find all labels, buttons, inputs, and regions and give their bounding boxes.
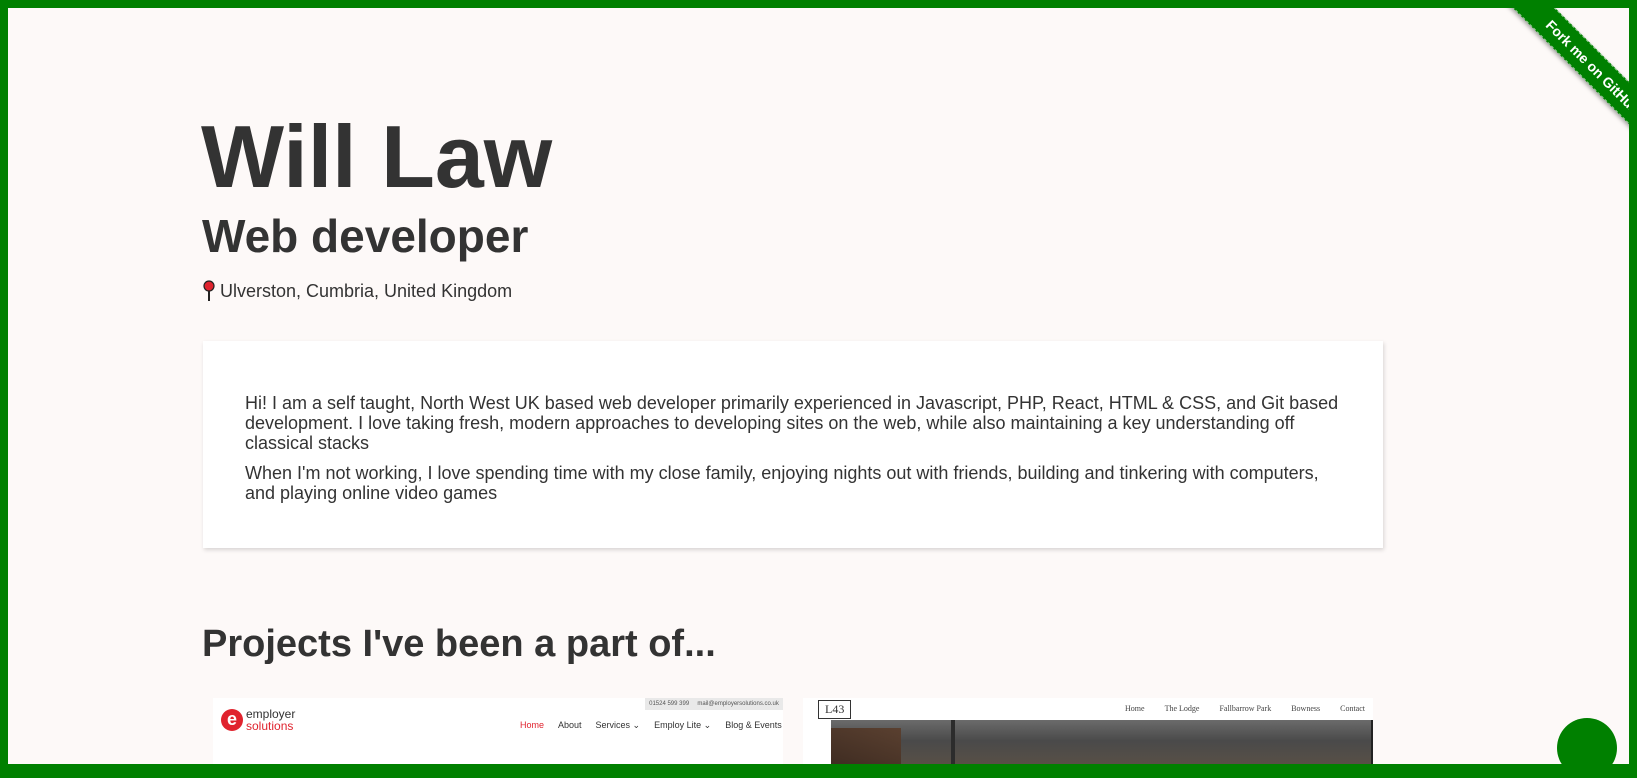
about-paragraph: Hi! I am a self taught, North West UK ba… (245, 393, 1339, 453)
github-ribbon: Fork me on GitHub (1479, 8, 1629, 158)
nav-item-fallbarrow-park: Fallbarrow Park (1219, 704, 1272, 713)
project-card-l43[interactable]: L43 Home The Lodge Fallbarrow Park Bowne… (803, 698, 1373, 764)
site-nav: Home The Lodge Fallbarrow Park Bowness C… (1125, 704, 1365, 713)
logo-line-2: solutions (246, 719, 294, 733)
page: Fork me on GitHub Will Law Web developer… (8, 8, 1629, 764)
location: Ulverston, Cumbria, United Kingdom (202, 280, 512, 302)
project-card-employer-solutions[interactable]: 01524 599 399 mail@employersolutions.co.… (213, 698, 783, 764)
nav-item-services: Services ⌄ (595, 720, 641, 730)
nav-item-employ-lite: Employ Lite ⌄ (654, 720, 712, 730)
location-text: Ulverston, Cumbria, United Kingdom (220, 280, 513, 301)
nav-item-the-lodge: The Lodge (1164, 704, 1200, 713)
nav-item-blog-events: Blog & Events ⌄ (725, 720, 783, 730)
nav-item-bowness: Bowness (1291, 704, 1321, 713)
floating-action-button[interactable] (1557, 718, 1617, 778)
nav-item-home: Home (1125, 704, 1145, 713)
nav-item-contact: Contact (1340, 704, 1365, 713)
about-paragraph: When I'm not working, I love spending ti… (245, 463, 1319, 503)
tree-trunk (951, 720, 955, 764)
phone-number: 01524 599 399 (649, 701, 690, 707)
employer-solutions-logo: e employer solutions (221, 708, 295, 732)
logo-letter: e (221, 709, 243, 731)
map-pin-icon (202, 280, 216, 302)
fork-on-github-link[interactable]: Fork me on GitHub (1504, 8, 1629, 156)
roof-shape (831, 728, 901, 764)
email-address: mail@employersolutions.co.uk (697, 701, 779, 707)
contact-bar: 01524 599 399 mail@employersolutions.co.… (645, 698, 783, 710)
l43-logo: L43 (818, 700, 852, 719)
lodge-photo (831, 720, 1373, 764)
site-nav: Home About Services ⌄ Employ Lite ⌄ Blog… (520, 720, 783, 731)
site-header: L43 Home The Lodge Fallbarrow Park Bowne… (803, 698, 1373, 720)
page-title: Will Law (201, 107, 553, 206)
nav-item-home: Home (520, 720, 545, 730)
job-title: Web developer (202, 210, 529, 262)
photo-edge (1371, 720, 1373, 764)
nav-item-about: About (558, 720, 582, 730)
about-card: Hi! I am a self taught, North West UK ba… (203, 341, 1383, 548)
projects-heading: Projects I've been a part of... (202, 623, 716, 665)
